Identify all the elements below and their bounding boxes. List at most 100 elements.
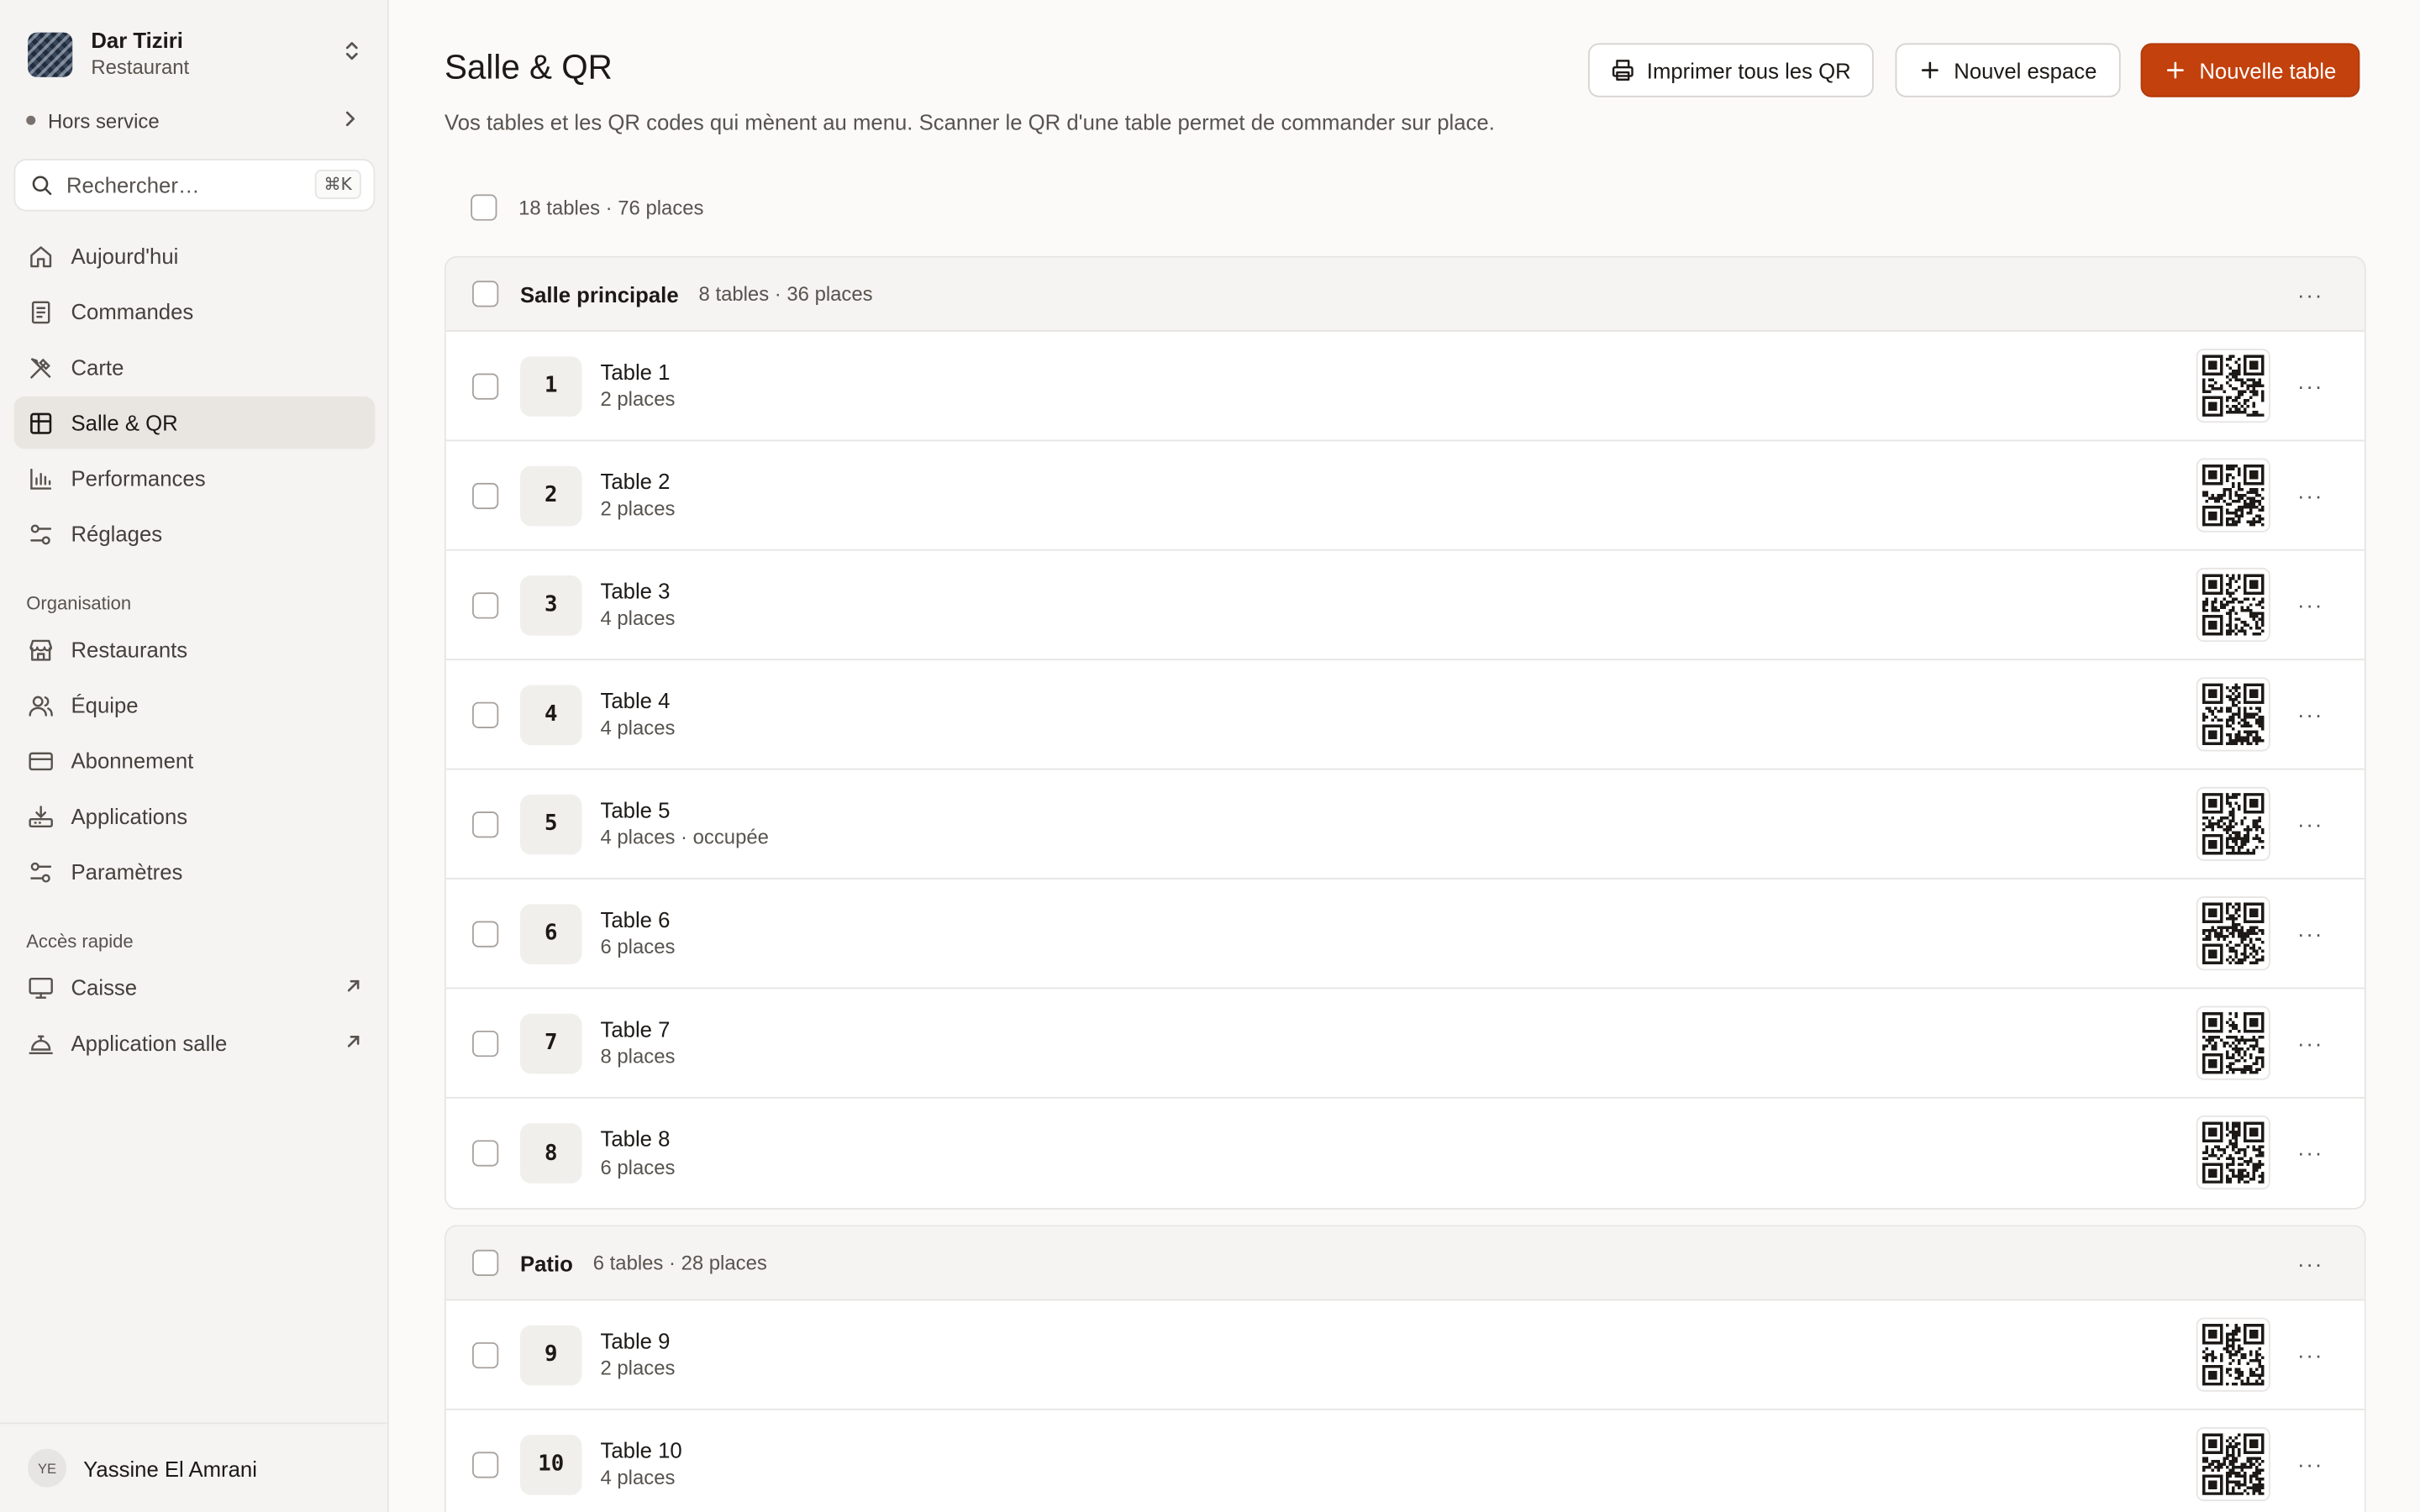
nav-label: Aujourd'hui [71, 244, 179, 269]
nav-item-performances[interactable]: Performances [14, 452, 376, 504]
table-info: Table 3 4 places [600, 577, 675, 633]
print-all-label: Imprimer tous les QR [1646, 57, 1851, 83]
more-horizontal-icon[interactable]: ··· [2296, 701, 2324, 728]
table-row[interactable]: 3 Table 3 4 places ··· [445, 551, 2365, 661]
qr-code-icon[interactable] [2196, 458, 2270, 533]
nav-item-abonnement[interactable]: Abonnement [14, 734, 376, 786]
qr-code-icon[interactable] [2196, 567, 2270, 643]
table-row[interactable]: 6 Table 6 6 places ··· [445, 879, 2365, 990]
row-checkbox[interactable] [472, 1451, 499, 1478]
table-name: Table 2 [600, 469, 671, 494]
nav-label: Restaurants [71, 637, 188, 662]
table-row[interactable]: 5 Table 5 4 places · occupée ··· [445, 770, 2365, 879]
users-icon [29, 695, 53, 716]
qr-code-icon[interactable] [2196, 1005, 2270, 1080]
qr-code-icon[interactable] [2196, 1115, 2270, 1190]
space-group-patio: Patio 6 tables · 28 places ··· 9 Table 9 2… [444, 1225, 2366, 1512]
table-meta: 4 places [600, 606, 676, 630]
external-arrow-icon [347, 979, 360, 992]
nav-item-commandes[interactable]: Commandes [14, 286, 376, 338]
more-horizontal-icon[interactable]: ··· [2296, 1139, 2324, 1167]
row-checkbox[interactable] [472, 920, 499, 947]
new-table-button[interactable]: Nouvelle table [2140, 43, 2360, 97]
row-checkbox[interactable] [472, 811, 499, 837]
row-checkbox[interactable] [472, 372, 499, 399]
row-checkbox[interactable] [472, 701, 499, 728]
qr-code-icon[interactable] [2196, 896, 2270, 971]
qr-code-icon[interactable] [2196, 677, 2270, 752]
nav-label: Salle & QR [71, 410, 178, 435]
nav-item-salle-qr[interactable]: Salle & QR [13, 396, 376, 449]
table-row[interactable]: 8 Table 86 places ··· [446, 1099, 2365, 1208]
nav-item-parametres[interactable]: Paramètres [14, 846, 376, 898]
nav-item-equipe[interactable]: Équipe [14, 679, 376, 731]
table-name: Table 8 [600, 1126, 671, 1152]
table-row[interactable]: 2 Table 22 places ··· [445, 441, 2365, 551]
table-row[interactable]: 1 Table 12 places ··· [445, 332, 2365, 442]
table-info: Table 4 4 places [600, 686, 675, 743]
home-icon [30, 245, 52, 267]
row-checkbox[interactable] [472, 481, 499, 509]
table-name: Table 5 [600, 797, 671, 822]
summary-label: 18 tables · 76 places [518, 196, 704, 219]
select-all-checkbox[interactable] [471, 194, 497, 221]
nav-item-carte[interactable]: Carte [14, 341, 376, 393]
table-row[interactable]: 4 Table 4 4 places ··· [445, 660, 2365, 770]
new-space-button[interactable]: Nouvel espace [1895, 43, 2120, 97]
monitor-icon [29, 977, 53, 999]
table-number: 5 [519, 794, 582, 854]
qr-code-icon[interactable] [2196, 1426, 2270, 1502]
more-horizontal-icon[interactable]: ··· [2296, 481, 2324, 509]
nav-item-aujourdhui[interactable]: Aujourd'hui [14, 230, 376, 282]
more-horizontal-icon[interactable]: ··· [2296, 810, 2324, 837]
more-horizontal-icon[interactable]: ··· [2296, 1029, 2324, 1057]
cloche-icon [29, 1034, 53, 1054]
table-number: 7 [519, 1012, 582, 1074]
row-checkbox[interactable] [472, 591, 499, 618]
row-checkbox[interactable] [472, 1030, 499, 1057]
nav-item-restaurants[interactable]: Restaurants [14, 623, 376, 675]
new-space-label: Nouvel espace [1954, 57, 2097, 83]
more-horizontal-icon[interactable]: ··· [2296, 372, 2324, 400]
search-input[interactable] [66, 172, 298, 198]
qr-code-icon[interactable] [2196, 786, 2270, 861]
qr-code-icon[interactable] [2196, 1317, 2270, 1392]
nav-item-application-salle[interactable]: Application salle [14, 1016, 376, 1068]
service-status[interactable]: Hors service [26, 105, 366, 136]
row-checkbox[interactable] [472, 1140, 499, 1167]
nav-item-applications[interactable]: Applications [14, 790, 376, 842]
more-horizontal-icon[interactable]: ··· [2296, 1451, 2324, 1478]
table-meta: 8 places [600, 1044, 676, 1068]
nav-item-caisse[interactable]: Caisse [14, 961, 376, 1013]
search-box[interactable]: ⌘K [13, 159, 376, 212]
group-header: Patio 6 tables · 28 places ··· [445, 1226, 2365, 1301]
table-number: 3 [519, 575, 582, 635]
group-checkbox[interactable] [472, 281, 499, 307]
nav-item-reglages[interactable]: Réglages [14, 507, 376, 559]
more-horizontal-icon[interactable]: ··· [2296, 591, 2324, 618]
org-switcher[interactable]: Dar Tiziri Restaurant [28, 28, 371, 80]
select-all-summary: 18 tables · 76 places [471, 194, 704, 221]
more-horizontal-icon[interactable]: ··· [2296, 920, 2324, 948]
table-number: 4 [519, 684, 582, 745]
section-acces-rapide: Accès rapide [26, 930, 134, 953]
nav-label: Application salle [71, 1030, 228, 1056]
group-checkbox[interactable] [472, 1249, 499, 1276]
more-horizontal-icon[interactable]: ··· [2296, 1250, 2324, 1278]
user-menu[interactable]: YE Yassine El Amrani [0, 1422, 388, 1512]
quick-nav: Caisse Application salle [14, 961, 376, 1072]
table-row[interactable]: 9 Table 9 2 places ··· [445, 1300, 2365, 1410]
more-horizontal-icon[interactable]: ··· [2296, 281, 2324, 308]
settings-sliders-icon [30, 861, 52, 882]
chevrons-up-down-icon[interactable] [339, 37, 364, 71]
table-number: 6 [519, 903, 582, 964]
page-description: Vos tables et les QR codes qui mènent au… [444, 109, 1495, 134]
more-horizontal-icon[interactable]: ··· [2296, 1341, 2324, 1368]
qr-code-icon[interactable] [2196, 349, 2270, 423]
table-info: Table 10 4 places [600, 1436, 681, 1493]
table-row[interactable]: 7 Table 78 places ··· [445, 989, 2365, 1099]
print-all-qr-button[interactable]: Imprimer tous les QR [1588, 43, 1875, 97]
row-checkbox[interactable] [472, 1341, 499, 1368]
table-meta: 2 places [600, 1356, 676, 1380]
table-row[interactable]: 10 Table 10 4 places ··· [446, 1410, 2365, 1512]
